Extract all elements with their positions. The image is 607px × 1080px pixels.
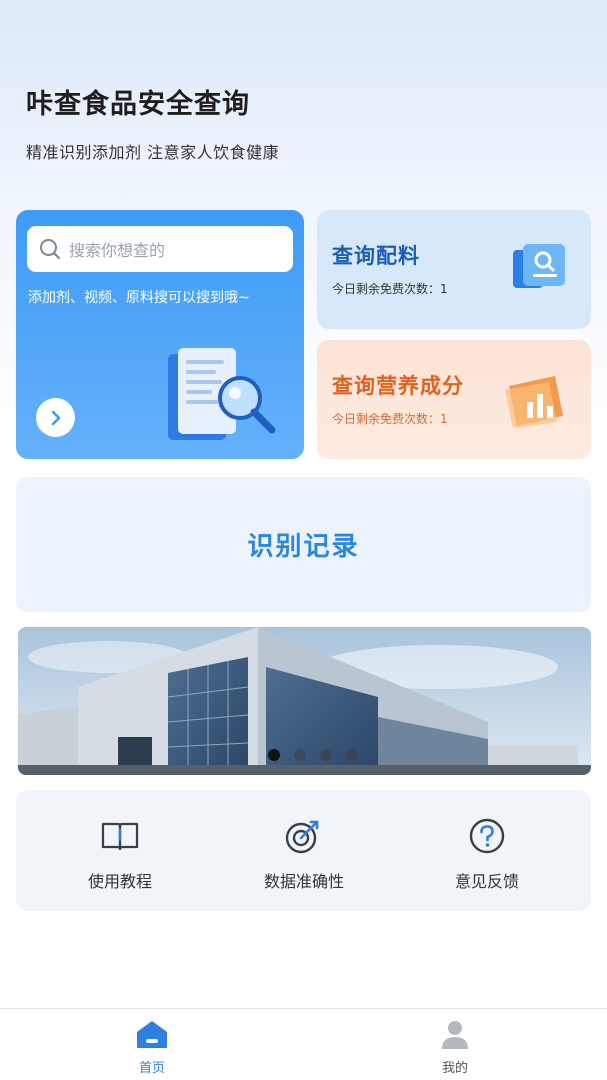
- tab-me-label: 我的: [441, 1061, 468, 1076]
- tab-home[interactable]: 首页: [112, 1019, 192, 1076]
- carousel-dot[interactable]: [294, 749, 306, 761]
- ingredients-remaining-count: 今日剩余免费次数：1: [332, 282, 448, 296]
- bar-chart-icon: [505, 376, 563, 428]
- target-icon: [285, 820, 319, 854]
- search-input[interactable]: 搜索你想查的: [27, 226, 293, 272]
- document-magnifier-icon: [168, 348, 276, 440]
- search-hint: 添加剂、视频、原料搜可以搜到哦~: [28, 290, 250, 306]
- shortcuts-panel: 使用教程 数据准确性 意见反馈: [16, 790, 591, 911]
- query-nutrition-card[interactable]: 查询营养成分 今日剩余免费次数：1: [317, 340, 591, 459]
- query-ingredients-card[interactable]: 查询配料 今日剩余免费次数：1: [317, 210, 591, 329]
- app-title: 咔查食品安全查询: [26, 89, 250, 120]
- app-subtitle: 精准识别添加剂 注意家人饮食健康: [26, 143, 280, 162]
- header: 咔查食品安全查询 精准识别添加剂 注意家人饮食健康: [26, 82, 279, 163]
- recognition-records-label: 识别记录: [247, 532, 360, 562]
- shortcut-tutorial-label: 使用教程: [87, 872, 152, 891]
- chevron-right-icon: [51, 410, 60, 425]
- search-document-icon: [513, 244, 565, 288]
- shortcut-feedback-label: 意见反馈: [454, 872, 519, 891]
- tab-me[interactable]: 我的: [415, 1019, 495, 1076]
- shortcut-data-accuracy-label: 数据准确性: [263, 872, 344, 891]
- home-icon: [137, 1021, 167, 1048]
- recognition-records-card[interactable]: 识别记录: [16, 477, 591, 612]
- search-card[interactable]: 搜索你想查的 添加剂、视频、原料搜可以搜到哦~: [16, 210, 304, 459]
- go-button[interactable]: [36, 398, 75, 437]
- carousel-indicators: [268, 749, 358, 761]
- search-placeholder: 搜索你想查的: [69, 241, 166, 260]
- user-icon: [442, 1021, 468, 1049]
- search-icon: [40, 239, 61, 260]
- bottom-tab-bar: 首页 我的: [0, 1008, 607, 1080]
- banner-carousel[interactable]: [18, 627, 591, 775]
- carousel-dot[interactable]: [346, 749, 358, 761]
- shortcut-data-accuracy[interactable]: 数据准确性: [234, 818, 374, 892]
- query-ingredients-title: 查询配料: [332, 244, 420, 268]
- nutrition-remaining-count: 今日剩余免费次数：1: [332, 412, 448, 426]
- shortcut-tutorial[interactable]: 使用教程: [50, 818, 190, 892]
- carousel-dot[interactable]: [268, 749, 280, 761]
- book-icon: [101, 822, 139, 851]
- carousel-dot[interactable]: [320, 749, 332, 761]
- question-icon: [469, 818, 505, 854]
- tab-home-label: 首页: [138, 1061, 165, 1076]
- query-nutrition-title: 查询营养成分: [332, 374, 464, 398]
- shortcut-feedback[interactable]: 意见反馈: [417, 818, 557, 892]
